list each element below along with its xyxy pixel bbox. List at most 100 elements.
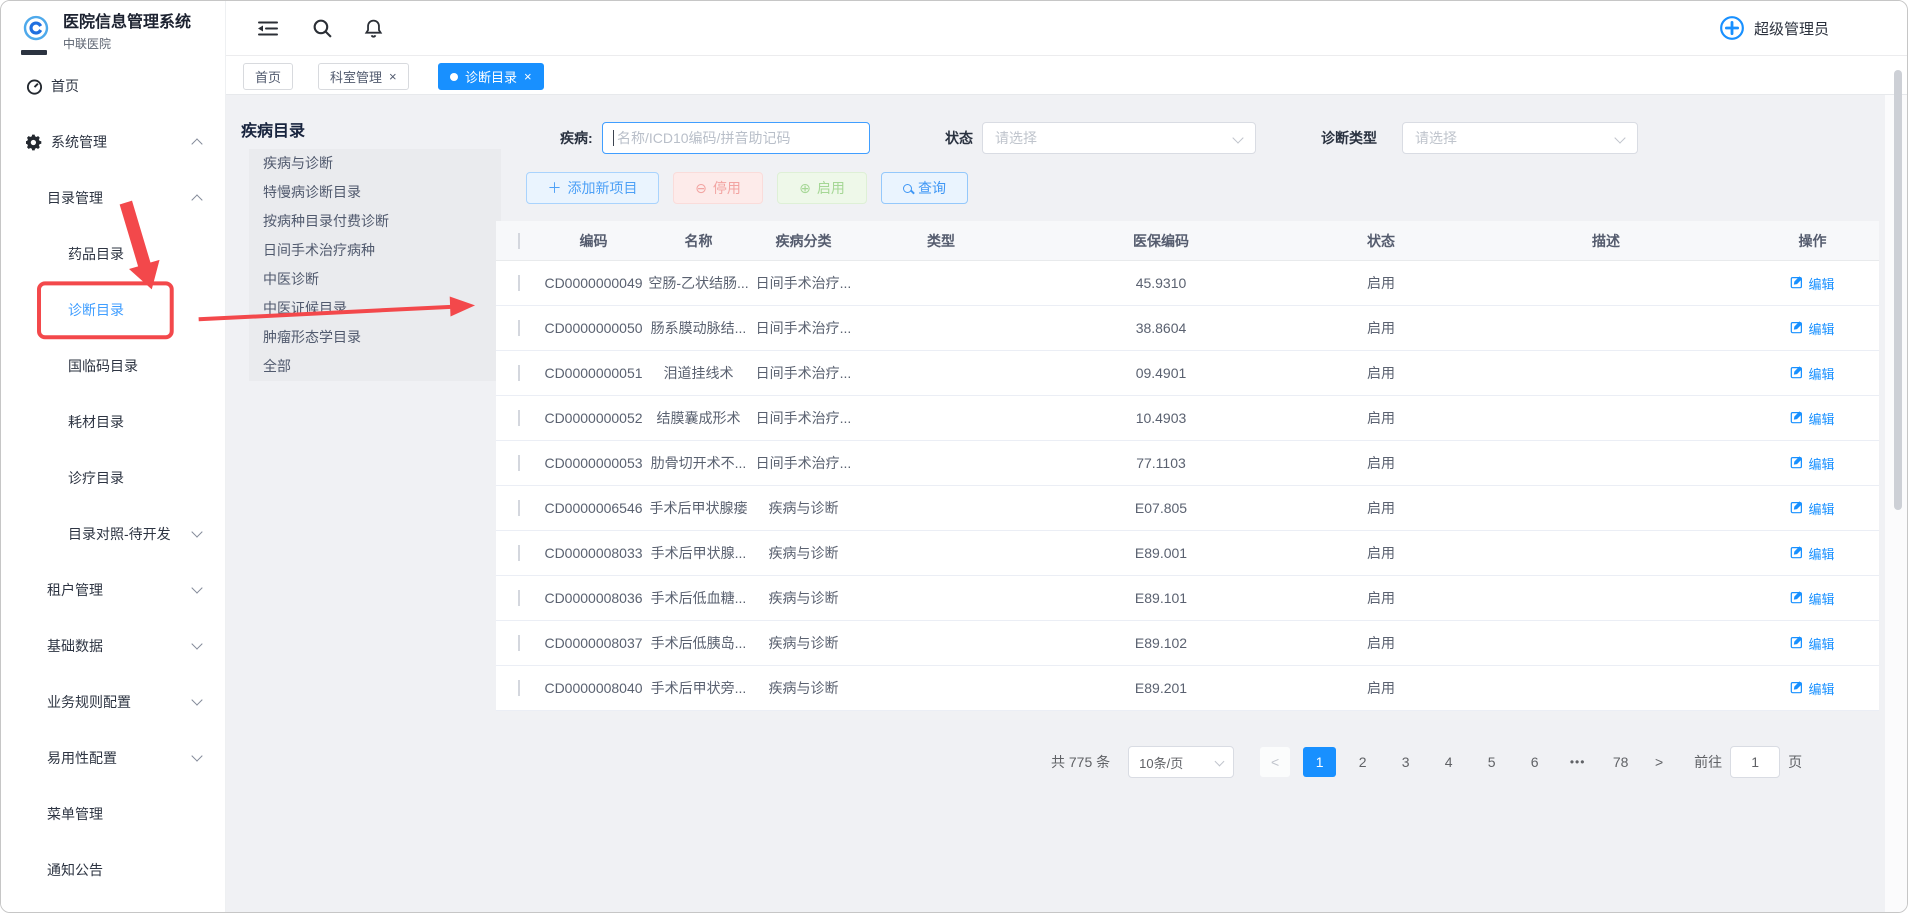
row-checkbox[interactable] [518,590,520,606]
chevron-down-icon [191,694,202,705]
row-checkbox-cell [496,275,541,291]
bell-icon[interactable] [363,18,384,39]
sidebar-item-label: 首页 [51,76,79,96]
sidebar-item-目录对照-待开发[interactable]: 目录对照-待开发 [1,506,225,562]
page-button-4[interactable]: 4 [1432,747,1465,777]
edit-button[interactable]: 编辑 [1790,589,1834,608]
pagination-ellipsis[interactable]: ••• [1561,755,1594,769]
chevron-down-icon [191,582,202,593]
enable-button[interactable]: ⊕启用 [777,172,867,204]
last-page-button[interactable]: 78 [1604,747,1637,777]
edit-button[interactable]: 编辑 [1790,409,1834,428]
cell-classification: 疾病与诊断 [751,633,856,653]
select-all-checkbox[interactable] [518,233,520,249]
page-button-1[interactable]: 1 [1303,747,1336,777]
row-checkbox[interactable] [518,365,520,381]
sidebar-item-目录管理[interactable]: 目录管理 [1,170,225,226]
page-size-select[interactable]: 10条/页 [1128,746,1234,778]
sidebar-item-药品目录[interactable]: 药品目录 [1,226,225,282]
row-checkbox[interactable] [518,455,520,471]
cell-code: CD0000000053 [541,455,646,471]
sidebar-item-租户管理[interactable]: 租户管理 [1,562,225,618]
sidebar-item-诊断目录[interactable]: 诊断目录 [1,282,225,338]
status-select[interactable]: 请选择 [982,122,1256,154]
catalog-tree-item-全部[interactable]: 全部 [249,352,501,381]
row-checkbox[interactable] [518,320,520,336]
page-button-2[interactable]: 2 [1346,747,1379,777]
search-icon[interactable] [312,18,333,39]
edit-button[interactable]: 编辑 [1790,634,1834,653]
row-checkbox[interactable] [518,635,520,651]
column-header-状态: 状态 [1296,231,1466,251]
sidebar-nav: 首页系统管理目录管理药品目录诊断目录国临码目录耗材目录诊疗目录目录对照-待开发租… [1,58,225,898]
close-icon[interactable]: × [524,70,532,83]
edit-button[interactable]: 编辑 [1790,274,1834,293]
catalog-tree-item-按病种目录付费诊断[interactable]: 按病种目录付费诊断 [249,207,501,236]
table-row-CD0000000049: CD0000000049空肠-乙状结肠...日间手术治疗...45.9310启用… [496,261,1879,306]
cell-insurance_code: 10.4903 [1026,410,1296,426]
tab-科室管理[interactable]: 科室管理× [318,63,409,90]
row-checkbox[interactable] [518,545,520,561]
sidebar-item-通知公告[interactable]: 通知公告 [1,842,225,898]
catalog-tree-item-特慢病诊断目录[interactable]: 特慢病诊断目录 [249,178,501,207]
cell-name: 肋骨切开术不... [646,453,751,473]
cell-name: 手术后甲状旁... [646,678,751,698]
tab-首页[interactable]: 首页 [243,63,293,90]
row-checkbox[interactable] [518,410,520,426]
edit-button[interactable]: 编辑 [1790,544,1834,563]
cell-insurance_code: 38.8604 [1026,320,1296,336]
sidebar-item-label: 系统管理 [51,132,107,152]
disable-button[interactable]: ⊖停用 [673,172,763,204]
query-button[interactable]: 查询 [881,172,968,204]
row-checkbox[interactable] [518,500,520,516]
chevron-down-icon [191,750,202,761]
sidebar-item-易用性配置[interactable]: 易用性配置 [1,730,225,786]
sidebar-item-系统管理[interactable]: 系统管理 [1,114,225,170]
goto-page-input[interactable] [1730,746,1780,778]
user-menu[interactable]: 超级管理员 [1719,15,1829,41]
diagnosis-type-select[interactable]: 请选择 [1402,122,1638,154]
page-button-6[interactable]: 6 [1518,747,1551,777]
sidebar-item-业务规则配置[interactable]: 业务规则配置 [1,674,225,730]
cell-code: CD0000000049 [541,275,646,291]
cell-code: CD0000000050 [541,320,646,336]
catalog-tree-item-日间手术治疗病种[interactable]: 日间手术治疗病种 [249,236,501,265]
sidebar-item-诊疗目录[interactable]: 诊疗目录 [1,450,225,506]
hospital-logo-icon [21,13,51,43]
cell-classification: 疾病与诊断 [751,543,856,563]
disease-search-input[interactable] [615,129,859,147]
row-checkbox[interactable] [518,275,520,291]
catalog-tree-item-疾病与诊断[interactable]: 疾病与诊断 [249,149,501,178]
edit-button[interactable]: 编辑 [1790,499,1834,518]
edit-icon [1790,320,1804,337]
edit-button[interactable]: 编辑 [1790,454,1834,473]
menu-collapse-icon[interactable] [258,18,279,39]
prev-page-button[interactable]: < [1260,747,1290,777]
disease-filter-label: 疾病: [560,128,593,148]
edit-button[interactable]: 编辑 [1790,319,1834,338]
diagnosis-type-select-placeholder: 请选择 [1415,128,1457,148]
chevron-down-icon [1215,757,1225,767]
row-checkbox[interactable] [518,680,520,696]
catalog-tree-item-中医证候目录[interactable]: 中医证候目录 [249,294,501,323]
close-icon[interactable]: × [389,70,397,83]
next-page-button[interactable]: > [1644,747,1674,777]
sidebar-item-基础数据[interactable]: 基础数据 [1,618,225,674]
tab-诊断目录[interactable]: 诊断目录× [438,63,544,90]
catalog-tree-item-中医诊断[interactable]: 中医诊断 [249,265,501,294]
page-button-3[interactable]: 3 [1389,747,1422,777]
edit-button[interactable]: 编辑 [1790,364,1834,383]
disease-search-field[interactable] [602,122,870,154]
add-item-button[interactable]: ＋添加新项目 [526,172,659,204]
sidebar-item-耗材目录[interactable]: 耗材目录 [1,394,225,450]
page-button-5[interactable]: 5 [1475,747,1508,777]
vertical-scrollbar[interactable] [1894,70,1902,510]
catalog-tree-item-肿瘤形态学目录[interactable]: 肿瘤形态学目录 [249,323,501,352]
catalog-tree: 疾病与诊断特慢病诊断目录按病种目录付费诊断日间手术治疗病种中医诊断中医证候目录肿… [249,149,501,381]
edit-button[interactable]: 编辑 [1790,679,1834,698]
table-row-CD0000008040: CD0000008040手术后甲状旁...疾病与诊断E89.201启用编辑 [496,666,1879,711]
sidebar-item-label: 通知公告 [47,860,103,880]
sidebar-item-国临码目录[interactable]: 国临码目录 [1,338,225,394]
sidebar-item-首页[interactable]: 首页 [1,58,225,114]
sidebar-item-菜单管理[interactable]: 菜单管理 [1,786,225,842]
